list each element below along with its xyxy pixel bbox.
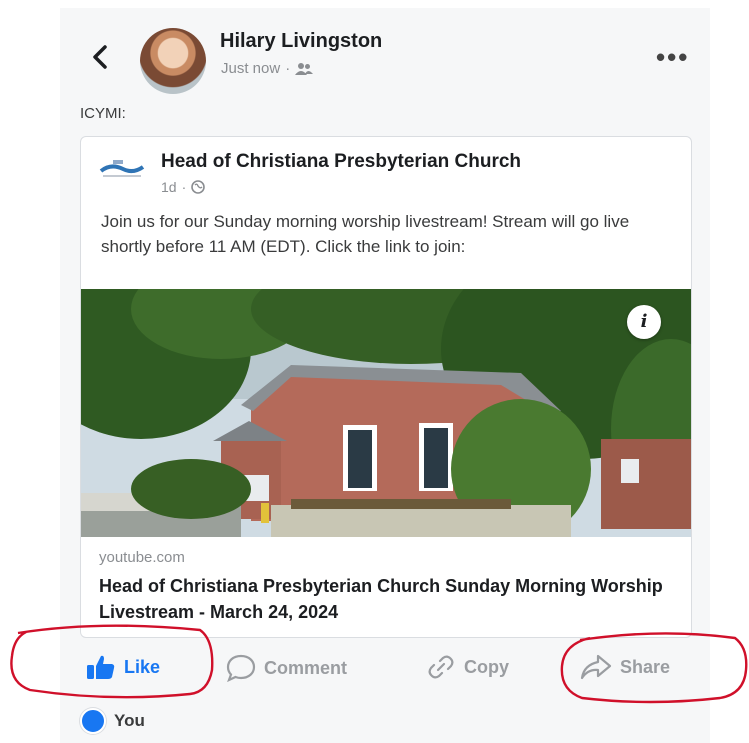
shared-post-text: Join us for our Sunday morning worship l… <box>101 212 630 256</box>
share-label: Share <box>620 656 671 677</box>
comment-icon <box>226 654 256 682</box>
church-photo-image <box>81 239 691 539</box>
thumbs-up-icon <box>87 655 115 679</box>
copy-label: Copy <box>464 656 509 677</box>
author-name[interactable]: Hilary Livingston <box>220 30 382 53</box>
copy-button[interactable]: Copy <box>426 654 509 680</box>
share-button[interactable]: Share <box>580 654 670 680</box>
friends-icon[interactable] <box>295 62 314 76</box>
post-meta: Just now · <box>221 60 314 77</box>
church-photo[interactable]: i <box>81 239 691 539</box>
link-domain: youtube.com <box>99 549 185 566</box>
shared-meta-separator: · <box>181 179 187 195</box>
meta-separator: · <box>285 60 291 77</box>
page-logo-icon <box>99 157 145 181</box>
post-screen: Hilary Livingston Just now · ••• ICYMI: … <box>60 8 710 743</box>
reaction-label: You <box>114 711 145 730</box>
share-icon <box>580 654 612 680</box>
post-time: Just now <box>221 60 281 77</box>
post-header: Hilary Livingston Just now · ••• <box>60 8 710 98</box>
comment-button[interactable]: Comment <box>226 654 347 682</box>
back-arrow-icon[interactable] <box>86 42 116 72</box>
shared-post-card[interactable]: Head of Christiana Presbyterian Church 1… <box>80 136 692 638</box>
comment-label: Comment <box>264 657 348 678</box>
reaction-icon <box>80 708 106 734</box>
link-icon <box>428 655 454 679</box>
shared-post-time: 1d <box>161 179 177 195</box>
avatar[interactable] <box>140 28 206 94</box>
like-button[interactable]: Like <box>86 654 160 680</box>
like-label: Like <box>124 656 161 677</box>
info-button[interactable]: i <box>627 305 661 339</box>
shared-post-meta: 1d · <box>161 179 206 195</box>
reaction-summary[interactable]: You <box>80 708 145 734</box>
more-options-icon[interactable]: ••• <box>656 42 689 73</box>
shared-page-name[interactable]: Head of Christiana Presbyterian Church <box>161 151 521 173</box>
link-title[interactable]: Head of Christiana Presbyterian Church S… <box>99 573 689 625</box>
action-bar: Like Comment Copy Share <box>60 644 710 694</box>
globe-icon <box>191 180 206 194</box>
post-text: ICYMI: <box>80 105 126 122</box>
